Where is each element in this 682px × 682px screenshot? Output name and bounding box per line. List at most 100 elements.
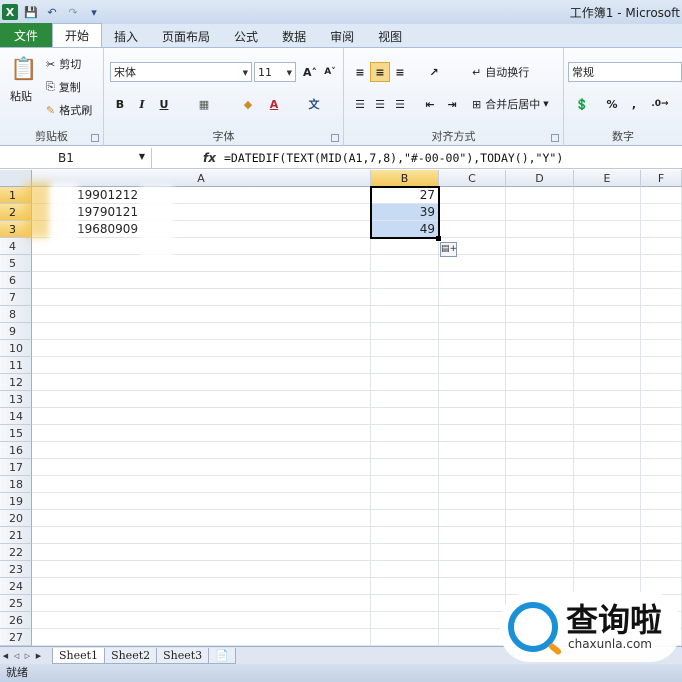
grid-cell[interactable] (506, 425, 574, 442)
borders-icon[interactable]: ▦ (194, 94, 214, 114)
grid-cell[interactable] (439, 595, 506, 612)
row-header[interactable]: 7 (0, 289, 32, 306)
grid-cell[interactable] (641, 442, 682, 459)
decrease-indent-icon[interactable]: ⇤ (420, 94, 440, 114)
grid-cell[interactable] (439, 204, 506, 221)
grid-cell[interactable] (641, 476, 682, 493)
grid-cell[interactable] (641, 493, 682, 510)
font-launcher-icon[interactable] (331, 134, 339, 142)
shrink-font-icon[interactable]: A˅ (320, 62, 340, 82)
comma-button[interactable]: , (624, 94, 644, 114)
grid-cell[interactable] (32, 323, 371, 340)
cell-a3[interactable]: 19680909 (32, 221, 371, 238)
grid-cell[interactable] (574, 272, 641, 289)
column-header-a[interactable]: A (32, 170, 371, 187)
grid-cell[interactable] (439, 459, 506, 476)
row-header[interactable]: 10 (0, 340, 32, 357)
tab-data[interactable]: 数据 (270, 25, 318, 47)
grid-cell[interactable] (371, 306, 439, 323)
grid-cell[interactable] (371, 612, 439, 629)
grid-cell[interactable] (574, 442, 641, 459)
customize-toolbar-icon[interactable]: ▾ (86, 4, 102, 20)
sheet-tab-3[interactable]: Sheet3 (156, 647, 210, 664)
column-header-c[interactable]: C (439, 170, 506, 187)
row-header[interactable]: 14 (0, 408, 32, 425)
formula-input[interactable]: =DATEDIF(TEXT(MID(A1,7,8),"#-00-00"),TOD… (224, 151, 563, 165)
grid-cell[interactable] (439, 408, 506, 425)
grid-cell[interactable] (371, 408, 439, 425)
grid-cell[interactable] (506, 221, 574, 238)
underline-button[interactable]: U (154, 94, 174, 114)
grid-cell[interactable] (641, 527, 682, 544)
cut-button[interactable]: ✂ 剪切 (46, 56, 81, 72)
grid-cell[interactable] (439, 255, 506, 272)
grid-cell[interactable] (574, 527, 641, 544)
grid-cell[interactable] (641, 561, 682, 578)
grid-cell[interactable] (506, 374, 574, 391)
phonetic-icon[interactable]: 文 (304, 94, 324, 114)
align-middle-icon[interactable]: ≡ (370, 62, 390, 82)
grid-cell[interactable] (371, 391, 439, 408)
grow-font-icon[interactable]: A˄ (300, 62, 320, 82)
row-header[interactable]: 17 (0, 459, 32, 476)
grid-cell[interactable] (574, 561, 641, 578)
grid-cell[interactable] (506, 204, 574, 221)
grid-cell[interactable] (32, 612, 371, 629)
bold-button[interactable]: B (110, 94, 130, 114)
grid-cell[interactable] (371, 493, 439, 510)
grid-cell[interactable] (439, 527, 506, 544)
grid-cell[interactable] (371, 289, 439, 306)
percent-button[interactable]: % (602, 94, 622, 114)
paste-options-icon[interactable]: ▤+ (440, 242, 457, 257)
excel-logo-icon[interactable]: X (2, 4, 18, 20)
grid-cell[interactable] (439, 425, 506, 442)
grid-cell[interactable] (574, 255, 641, 272)
fill-handle[interactable] (436, 236, 441, 241)
grid-cell[interactable] (506, 255, 574, 272)
grid-cell[interactable] (439, 289, 506, 306)
grid-cell[interactable] (439, 187, 506, 204)
grid-cell[interactable] (439, 578, 506, 595)
redo-icon[interactable]: ↷ (65, 4, 81, 20)
grid-cell[interactable] (371, 629, 439, 646)
grid-cell[interactable] (32, 578, 371, 595)
row-header[interactable]: 24 (0, 578, 32, 595)
grid-cell[interactable] (371, 442, 439, 459)
row-header[interactable]: 26 (0, 612, 32, 629)
row-header[interactable]: 20 (0, 510, 32, 527)
font-name-select[interactable]: 宋体 ▼ (110, 62, 252, 82)
row-header[interactable]: 15 (0, 425, 32, 442)
grid-cell[interactable] (439, 340, 506, 357)
prev-sheet-icon[interactable]: ◁ (11, 649, 22, 663)
grid-cell[interactable] (371, 272, 439, 289)
number-format-select[interactable]: 常规 (568, 62, 682, 82)
grid-cell[interactable] (506, 408, 574, 425)
grid-cell[interactable] (371, 476, 439, 493)
row-header[interactable]: 6 (0, 272, 32, 289)
grid-cell[interactable] (32, 527, 371, 544)
grid-cell[interactable] (641, 459, 682, 476)
font-size-select[interactable]: 11 ▼ (254, 62, 296, 82)
sheet-tab-2[interactable]: Sheet2 (104, 647, 158, 664)
undo-icon[interactable]: ↶ (44, 4, 60, 20)
grid-cell[interactable] (506, 510, 574, 527)
sheet-tab-1[interactable]: Sheet1 (52, 647, 106, 664)
last-sheet-icon[interactable]: ▶ (33, 649, 44, 663)
grid-cell[interactable] (371, 459, 439, 476)
row-header[interactable]: 13 (0, 391, 32, 408)
grid-cell[interactable] (506, 391, 574, 408)
grid-cell[interactable] (641, 255, 682, 272)
grid-cell[interactable] (439, 323, 506, 340)
cell-a2[interactable]: 19790121 (32, 204, 371, 221)
row-header[interactable]: 19 (0, 493, 32, 510)
increase-decimal-icon[interactable]: .0→ (650, 94, 670, 114)
column-header-b[interactable]: B (371, 170, 439, 187)
column-header-d[interactable]: D (506, 170, 574, 187)
grid-cell[interactable] (506, 187, 574, 204)
grid-cell[interactable] (32, 544, 371, 561)
align-right-icon[interactable]: ☰ (390, 94, 410, 114)
grid-cell[interactable] (574, 459, 641, 476)
align-bottom-icon[interactable]: ≡ (390, 62, 410, 82)
grid-cell[interactable] (574, 493, 641, 510)
grid-cell[interactable] (574, 221, 641, 238)
